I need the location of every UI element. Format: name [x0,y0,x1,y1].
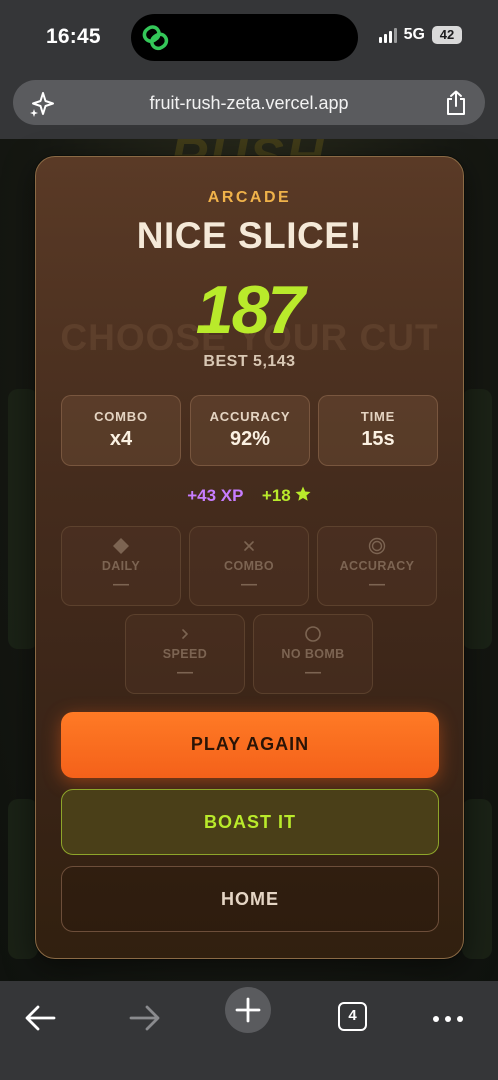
star-reward: +18 [262,486,312,505]
stat-value: 15s [361,428,395,450]
tab-count: 4 [338,1002,367,1031]
url-bar[interactable]: fruit-rush-zeta.vercel.app [13,80,485,125]
challenge-label: DAILY [101,559,141,573]
status-bar: 16:45 5G 42 [0,0,498,76]
share-icon[interactable] [444,90,468,116]
background-decoration [462,389,492,649]
network-label: 5G [403,26,425,43]
status-indicators: 5G 42 [378,26,462,44]
stat-time: TIME 15s [318,395,438,466]
result-card: CHOOSE YOUR CUT ARCADE NICE SLICE! 187 B… [35,156,464,959]
stat-label: ACCURACY [209,409,291,424]
challenge-label: SPEED [162,647,208,661]
arrow-left-icon [25,1005,56,1031]
score-value: 187 [195,272,305,348]
star-reward-value: +18 [261,486,291,505]
challenge-value: — [305,664,321,681]
stat-label: COMBO [94,409,148,424]
background-decoration [8,389,38,649]
game-mode-label: ARCADE [207,189,292,206]
xp-reward: +43 XP [187,486,244,505]
forward-button[interactable] [120,991,170,1041]
challenge-accuracy: ACCURACY — [317,526,437,606]
tabs-button[interactable]: 4 [327,991,377,1041]
target-icon [368,537,386,555]
circle-icon [305,626,321,642]
challenge-speed: SPEED — [125,614,245,694]
play-again-button[interactable]: PLAY AGAIN [61,712,439,778]
home-button[interactable]: HOME [61,866,439,932]
background-decoration [462,799,492,959]
star-icon [295,486,311,501]
browser-toolbar: 4 [0,981,498,1080]
result-title: NICE SLICE! [136,215,363,256]
challenge-label: ACCURACY [339,559,415,573]
challenge-label: NO BOMB [281,647,345,661]
challenge-no-bomb: NO BOMB — [253,614,373,694]
background-decoration [8,799,38,959]
dynamic-island [131,14,358,61]
stat-label: TIME [360,409,396,424]
link-app-icon [142,25,169,51]
plus-icon [235,997,261,1023]
new-tab-button[interactable] [225,987,271,1033]
status-time: 16:45 [46,25,101,48]
stat-accuracy: ACCURACY 92% [190,395,310,466]
challenge-daily: DAILY — [61,526,181,606]
stat-combo: COMBO x4 [61,395,181,466]
challenge-value: — [177,664,193,681]
more-button[interactable] [424,991,474,1041]
challenge-label: COMBO [224,559,274,573]
battery-icon: 42 [432,26,462,44]
signal-icon [378,27,397,43]
stat-value: 92% [229,428,271,450]
rewards-row: +43 XP +18 [36,485,463,506]
url-text[interactable]: fruit-rush-zeta.vercel.app [13,93,485,114]
challenge-value: — [369,576,385,593]
stat-value: x4 [109,428,133,450]
cross-icon [244,541,254,551]
more-icon [433,1016,463,1022]
diamond-icon [113,538,129,554]
arrow-right-icon [129,1005,160,1031]
chevron-right-icon [182,629,188,639]
boast-button[interactable]: BOAST IT [61,789,439,855]
challenge-value: — [241,576,257,593]
back-button[interactable] [16,991,66,1041]
challenge-combo: COMBO — [189,526,309,606]
browser-url-area: fruit-rush-zeta.vercel.app [0,76,498,139]
best-score: BEST 5,143 [203,353,296,370]
challenge-value: — [113,576,129,593]
